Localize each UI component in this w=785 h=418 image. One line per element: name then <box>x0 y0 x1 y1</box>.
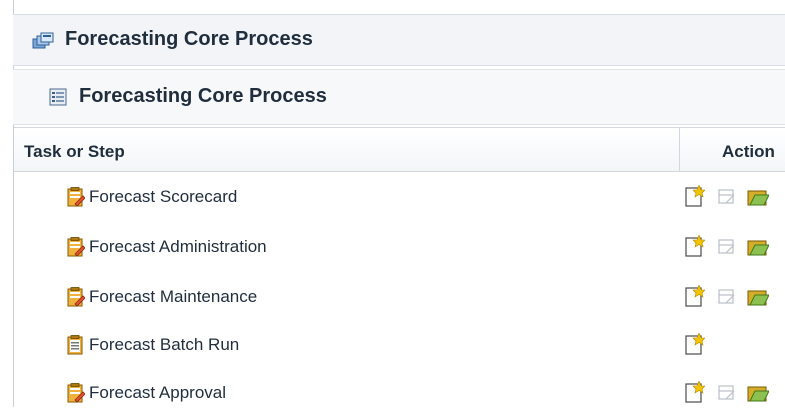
task-link[interactable]: Forecast Administration <box>89 237 267 257</box>
open-icon[interactable] <box>747 381 770 403</box>
table-header: Task or Step Action <box>14 127 785 172</box>
new-icon[interactable] <box>685 234 706 257</box>
table-row: Forecast Maintenance <box>14 272 785 322</box>
table-row: Forecast Approval <box>14 368 785 418</box>
task-link[interactable]: Forecast Scorecard <box>89 187 237 207</box>
edit-icon[interactable] <box>717 285 737 307</box>
new-icon[interactable] <box>685 284 706 307</box>
action-column-header[interactable]: Action <box>722 142 775 162</box>
task-edit-icon <box>67 383 86 403</box>
row-actions <box>685 380 785 403</box>
task-link[interactable]: Forecast Batch Run <box>89 335 239 355</box>
page-title: Forecasting Core Process <box>65 28 313 50</box>
edit-icon[interactable] <box>717 185 737 207</box>
task-link[interactable]: Forecast Maintenance <box>89 287 257 307</box>
table-row: Forecast Administration <box>14 222 785 272</box>
row-actions <box>685 234 785 257</box>
column-divider <box>679 128 680 172</box>
open-icon[interactable] <box>747 185 770 207</box>
row-actions <box>685 284 785 307</box>
table-row: Forecast Batch Run <box>14 320 785 370</box>
section-title: Forecasting Core Process <box>79 85 327 107</box>
process-header: Forecasting Core Process <box>13 14 785 66</box>
task-edit-icon <box>67 237 86 257</box>
task-edit-icon <box>67 287 86 307</box>
task-link[interactable]: Forecast Approval <box>89 383 226 403</box>
task-edit-icon <box>67 187 86 207</box>
section-header: Forecasting Core Process <box>13 69 785 125</box>
process-cubes-icon <box>32 31 54 51</box>
task-list-icon <box>67 335 85 355</box>
edit-icon[interactable] <box>717 381 737 403</box>
row-actions <box>685 184 785 207</box>
section-list-icon <box>49 88 67 106</box>
edit-icon[interactable] <box>717 235 737 257</box>
new-icon[interactable] <box>685 332 706 355</box>
open-icon[interactable] <box>747 285 770 307</box>
open-icon[interactable] <box>747 235 770 257</box>
new-icon[interactable] <box>685 380 706 403</box>
table-row: Forecast Scorecard <box>14 172 785 222</box>
new-icon[interactable] <box>685 184 706 207</box>
task-column-header[interactable]: Task or Step <box>24 142 125 162</box>
row-actions <box>685 332 785 355</box>
